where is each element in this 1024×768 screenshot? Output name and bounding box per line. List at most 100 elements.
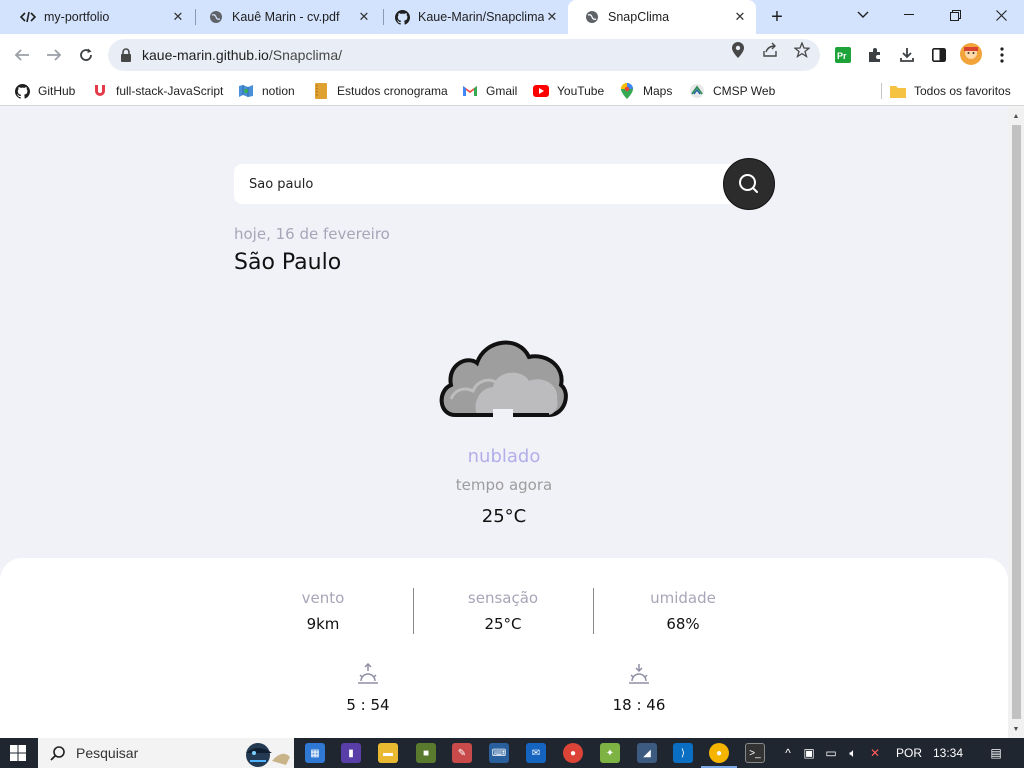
sunrise-time: 5 : 54 [346,696,390,714]
bookmark-all-favorites[interactable]: Todos os favoritos [890,82,1011,100]
sunrise-icon [358,662,378,684]
bluetooth-off-icon[interactable]: ✕ [864,746,886,760]
page-scrollbar[interactable]: ▲ ▼ [1008,107,1024,738]
forward-button[interactable] [42,43,66,67]
chrome-active-app-icon[interactable]: ● [701,743,737,768]
current-temperature: 25°C [481,506,527,527]
url-path: /Snapclima/ [268,47,343,63]
image-editor-app-icon[interactable]: ✦ [600,743,620,763]
tray-chevron-icon[interactable]: ^ [778,746,798,760]
windows-taskbar: Pesquisar ▦ ▮ ▬ ■ ✎ ⌨ ✉ ● ✦ ◢ ⟩ ● >_ ^ ▣… [0,738,1024,768]
keyboard-app-icon[interactable]: ⌨ [489,743,509,763]
bookmark-notion[interactable]: notion [238,82,295,100]
download-icon[interactable] [898,46,916,64]
bookmark-label: CMSP Web [713,84,776,98]
tab-github-snapclima[interactable]: Kaue-Marin/Snapclima ✕ [378,0,568,34]
map-icon [238,83,254,99]
search-highlight-image-icon [246,743,290,767]
back-button[interactable] [10,43,34,67]
city-name: São Paulo [234,250,342,275]
address-bar[interactable]: kaue-marin.github.io/Snapclima/ [108,39,820,71]
language-indicator[interactable]: POR [890,746,928,760]
vscode-app-icon[interactable]: ⟩ [673,743,693,763]
city-search-input[interactable] [234,164,714,204]
bookmark-github[interactable]: GitHub [14,82,75,100]
bookmark-full-stack-javascript[interactable]: full-stack-JavaScript [92,82,223,100]
page-viewport: hoje, 16 de fevereiro São Paulo nublado … [0,107,1008,738]
start-button[interactable] [0,738,36,768]
mail-app-icon[interactable]: ✉ [526,743,546,763]
bookmark-label: Maps [643,84,673,98]
svg-text:Pr: Pr [837,51,847,61]
close-icon[interactable]: ✕ [732,9,748,25]
star-icon[interactable] [794,42,810,58]
chrome-app-icon[interactable]: ● [563,743,583,763]
taskbar-search[interactable]: Pesquisar [38,738,294,768]
meet-now-icon[interactable]: ▣ [798,746,820,760]
minimize-button[interactable] [886,0,932,30]
feels-like-stat: sensação 25°C [413,589,593,633]
restore-button[interactable] [932,0,978,30]
current-date: hoje, 16 de fevereiro [234,225,390,243]
notebook-icon [313,83,329,99]
notification-icon[interactable]: ▤ [986,746,1006,760]
bookmark-maps[interactable]: Maps [619,82,672,100]
tab-my-portfolio[interactable]: my-portfolio ✕ [4,0,194,34]
search-button[interactable] [723,158,775,210]
tab-cv-pdf[interactable]: Kauê Marin - cv.pdf ✕ [192,0,380,34]
humidity-stat: umidade 68% [593,589,773,633]
menu-icon[interactable] [993,46,1011,64]
paint-app-icon[interactable]: ✎ [452,743,472,763]
sunset-icon [629,664,649,684]
side-panel-icon[interactable] [930,46,948,64]
clock[interactable]: 13:34 [928,746,968,760]
volume-icon[interactable]: 🔈︎ [842,746,864,761]
browser-toolbar: kaue-marin.github.io/Snapclima/ Pr [0,34,1024,76]
scrollbar-thumb[interactable] [1012,125,1021,719]
bookmark-cmsp-web[interactable]: CMSP Web [689,82,775,100]
puzzle-extensions-icon[interactable] [866,46,884,64]
tab-title: Kaue-Marin/Snapclima [418,10,544,24]
bookmark-estudos-cronograma[interactable]: Estudos cronograma [313,82,448,100]
search-icon [739,174,758,193]
tab-strip: my-portfolio ✕ Kauê Marin - cv.pdf ✕ Kau… [0,0,1024,34]
bookmark-gmail[interactable]: Gmail [462,82,517,100]
file-explorer-icon[interactable]: ▬ [378,743,398,763]
folder-icon [890,83,906,99]
tab-snapclima[interactable]: SnapClima ✕ [568,0,756,34]
bookmark-label: Todos os favoritos [914,84,1011,98]
location-icon[interactable] [730,42,746,58]
new-tab-button[interactable]: + [765,6,789,28]
close-icon[interactable]: ✕ [544,9,560,25]
weather-description: nublado [467,446,541,467]
url-host: kaue-marin.github.io [142,47,269,63]
tab-title: my-portfolio [44,10,110,24]
scroll-down-arrow-icon[interactable]: ▼ [1008,722,1024,736]
profile-avatar-icon[interactable] [960,43,982,65]
scroll-up-arrow-icon[interactable]: ▲ [1008,109,1024,123]
globe-icon [208,9,224,25]
humidity-label: umidade [650,589,716,607]
reload-button[interactable] [74,43,98,67]
cloudy-weather-icon [439,340,568,417]
bookmark-youtube[interactable]: YouTube [533,82,604,100]
close-icon[interactable]: ✕ [170,9,186,25]
app-icon-active[interactable]: ◢ [637,743,657,763]
wind-value: 9km [306,615,340,633]
close-window-button[interactable] [978,0,1024,30]
bookmarks-divider [881,83,882,99]
system-tray: ^ ▣ ▭ 🔈︎ ✕ POR 13:34 ▤ [778,738,1006,768]
store-app-icon[interactable]: ▮ [341,743,361,763]
minecraft-app-icon[interactable]: ■ [416,743,436,763]
widgets-app-icon[interactable]: ▦ [305,743,325,763]
magnet-icon [92,83,108,99]
premiere-extension-icon[interactable]: Pr [834,46,852,64]
share-icon[interactable] [762,42,778,58]
network-icon[interactable]: ▭ [820,746,842,760]
bookmark-label: GitHub [38,84,76,98]
wind-stat: vento 9km [233,589,413,633]
terminal-app-icon[interactable]: >_ [745,743,765,763]
close-icon[interactable]: ✕ [356,9,372,25]
github-icon [14,83,30,99]
tab-search-chevron-icon[interactable] [840,0,886,30]
